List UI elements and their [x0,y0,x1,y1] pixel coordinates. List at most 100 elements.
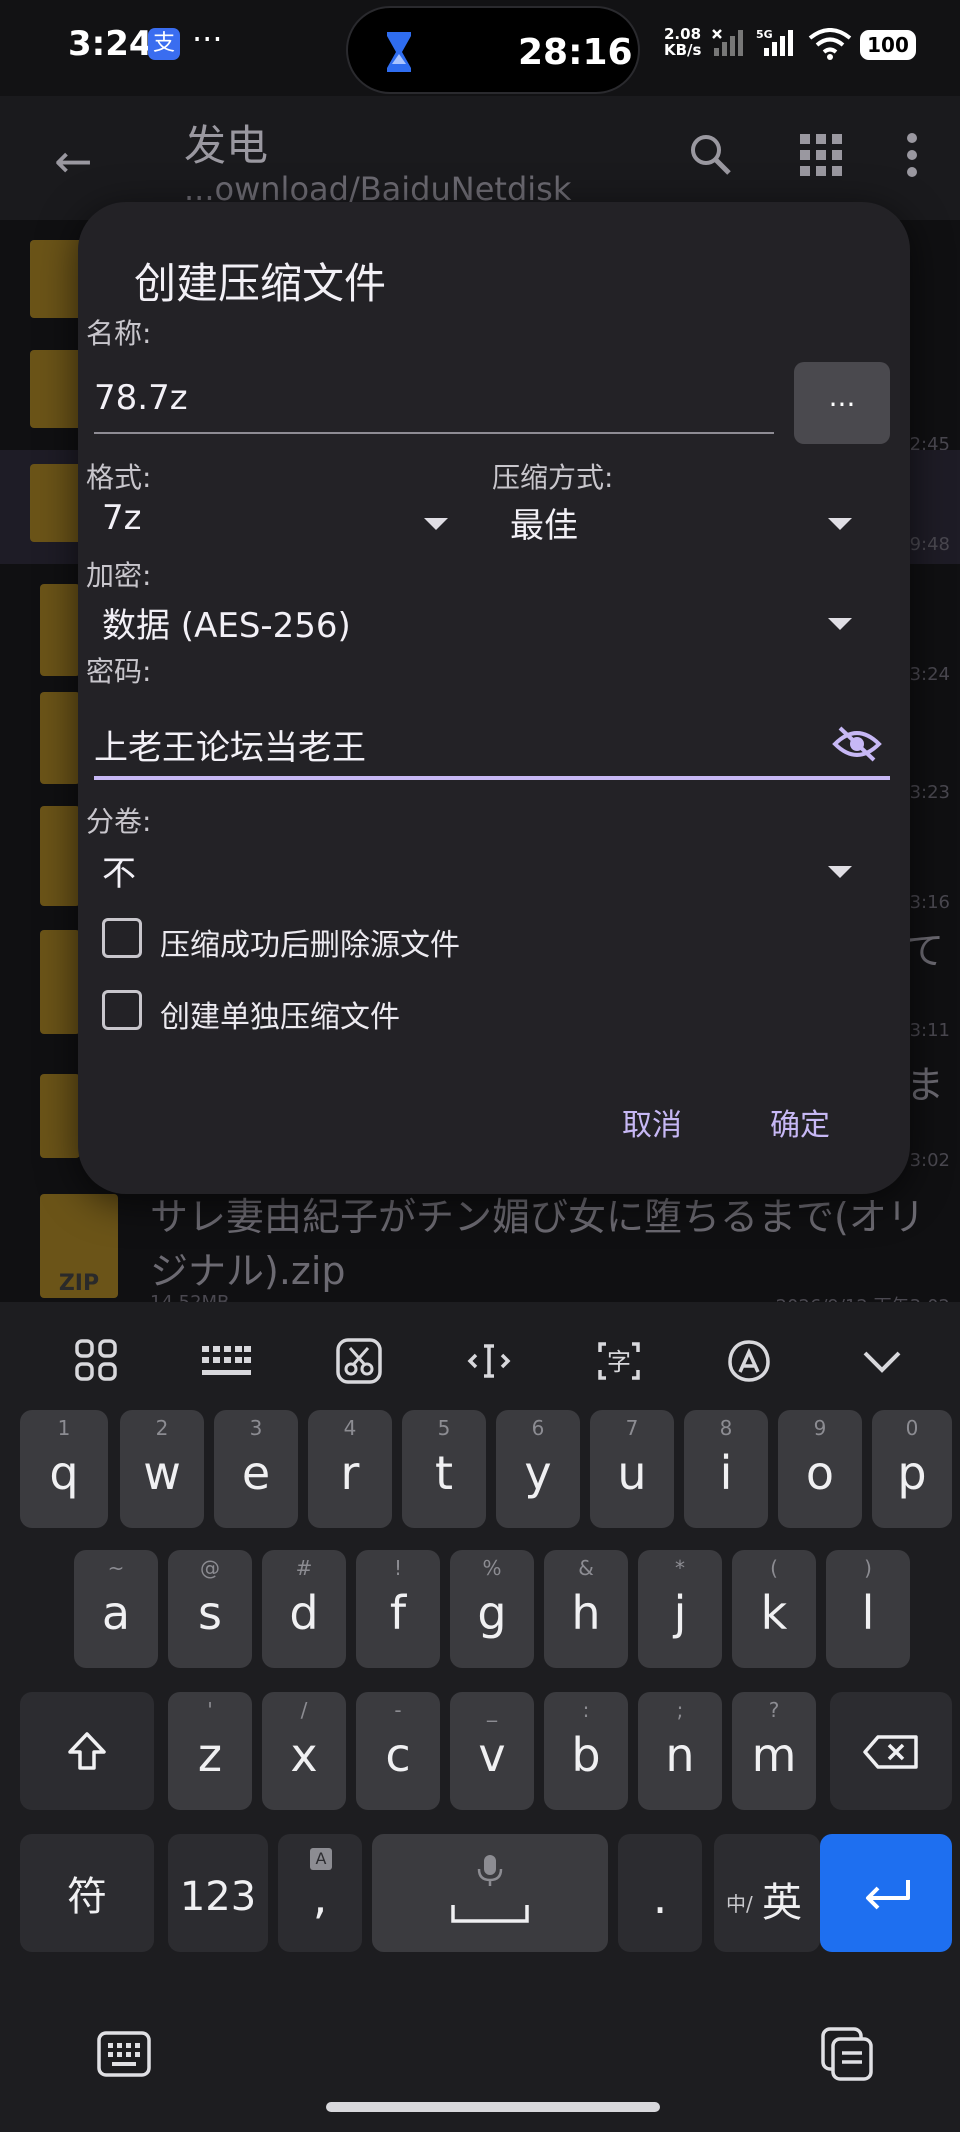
dialog-title: 创建压缩文件 [134,259,387,308]
key-s[interactable]: @ s [168,1550,252,1668]
backspace-key[interactable] [830,1692,952,1810]
key-b[interactable]: :b [544,1692,628,1810]
key-label: z [197,1728,223,1782]
key-hint: ) [864,1556,872,1580]
key-l[interactable]: ) l [826,1550,910,1668]
text-cursor-icon[interactable] [466,1338,512,1384]
key-r[interactable]: 4r [308,1410,392,1528]
key-k[interactable]: (k [732,1550,816,1668]
cancel-button[interactable]: 取消 [622,1100,682,1144]
password-input[interactable]: 上老王论坛当老王 [94,720,366,769]
browse-button[interactable]: ... [794,362,890,444]
key-hint: 0 [905,1416,919,1440]
method-dropdown-icon[interactable] [828,518,852,530]
key-label: d [289,1586,319,1640]
symbol-key[interactable]: 符 [20,1834,154,1952]
key-label: y [524,1446,552,1500]
keyboard-layout-icon[interactable] [200,1344,252,1378]
key-c[interactable]: -c [356,1692,440,1810]
key-label: n [665,1728,695,1782]
key-label: x [290,1728,318,1782]
key-label: p [897,1446,927,1500]
zip-file-icon [40,806,80,906]
battery-indicator: 100 [860,30,916,60]
delete-source-checkbox[interactable] [102,918,142,958]
split-select[interactable]: 不 [102,846,136,895]
key-label: e [241,1446,271,1500]
enter-key[interactable] [820,1834,952,1952]
key-q[interactable]: 1q [20,1410,108,1528]
key-label: j [673,1586,687,1640]
key-j[interactable]: * j [638,1550,722,1668]
lang-label: 英 [762,1880,802,1926]
key-i[interactable]: 8i [684,1410,768,1528]
key-t[interactable]: 5t [402,1410,486,1528]
folder-icon [30,464,84,542]
delete-source-label[interactable]: 压缩成功后删除源文件 [160,920,460,964]
translate-icon[interactable]: 字 [596,1338,642,1384]
home-gesture-bar[interactable] [326,2102,660,2112]
apps-grid-icon[interactable] [74,1338,118,1382]
key-n[interactable]: ; n [638,1692,722,1810]
search-icon[interactable] [686,130,734,178]
key-label: a [101,1586,131,1640]
encrypt-select[interactable]: 数据 (AES-256) [102,598,351,647]
key-hint: _ [487,1698,497,1722]
key-label: q [49,1446,79,1500]
back-arrow-icon[interactable]: ← [54,134,93,188]
comma-key[interactable]: A , [278,1834,362,1952]
key-label: u [617,1446,647,1500]
clipboard-icon[interactable] [820,2026,876,2082]
separate-archive-label[interactable]: 创建单独压缩文件 [160,992,400,1036]
separate-archive-checkbox[interactable] [102,990,142,1030]
key-h[interactable]: & h [544,1550,628,1668]
format-select[interactable]: 7z [102,498,141,538]
split-dropdown-icon[interactable] [828,866,852,878]
key-x[interactable]: / x [262,1692,346,1810]
key-o[interactable]: 9o [778,1410,862,1528]
format-dropdown-icon[interactable] [424,518,448,530]
more-options-icon[interactable] [906,132,918,178]
key-z[interactable]: ' z [168,1692,252,1810]
split-label: 分卷: [86,805,152,838]
key-g[interactable]: % g [450,1550,534,1668]
encrypt-dropdown-icon[interactable] [828,618,852,630]
keyboard-switch-icon[interactable] [96,2030,152,2078]
language-switch-key[interactable]: 中/ 英 [714,1834,820,1952]
key-p[interactable]: 0p [872,1410,952,1528]
key-v[interactable]: _ v [450,1692,534,1810]
key-w[interactable]: 2w [120,1410,204,1528]
key-label: l [861,1586,875,1640]
grid-view-icon[interactable] [800,134,842,176]
collapse-chevron-icon[interactable] [862,1350,902,1374]
key-label: f [389,1586,407,1640]
svg-text:字: 字 [607,1348,631,1376]
key-y[interactable]: 6y [496,1410,580,1528]
scissors-icon[interactable] [336,1338,382,1384]
status-time: 3:24 [68,24,153,64]
key-f[interactable]: ! f [356,1550,440,1668]
file-name[interactable]: サレ妻由紀子がチン媚び女に堕ちるまで(オリジナル).zip [150,1190,950,1298]
key-hint: ~ [107,1556,125,1580]
number-key[interactable]: 123 [168,1834,268,1952]
wifi-icon [808,28,852,60]
key-hint: 6 [531,1416,545,1440]
dynamic-island-timer[interactable]: 28:16 [346,6,640,94]
key-d[interactable]: # d [262,1550,346,1668]
key-label: t [434,1446,454,1500]
method-select[interactable]: 最佳 [510,498,578,547]
shift-key[interactable] [20,1692,154,1810]
key-e[interactable]: 3e [214,1410,298,1528]
key-a[interactable]: ~ a [74,1550,158,1668]
ok-button[interactable]: 确定 [770,1100,830,1144]
visibility-off-icon[interactable] [832,724,882,764]
key-m[interactable]: ? m [732,1692,816,1810]
soft-keyboard: 字 1q 2w 3e 4r 5t 6y 7u 8i 9o 0p ~ a @ s # d… [0,1302,960,2132]
space-key[interactable] [372,1834,608,1952]
name-input[interactable]: 78.7z [94,378,188,418]
period-key[interactable]: . [618,1834,702,1952]
signal-no-sim-icon [712,29,743,56]
name-input-underline [94,432,774,434]
key-u[interactable]: 7u [590,1410,674,1528]
handwriting-icon[interactable] [726,1338,772,1384]
